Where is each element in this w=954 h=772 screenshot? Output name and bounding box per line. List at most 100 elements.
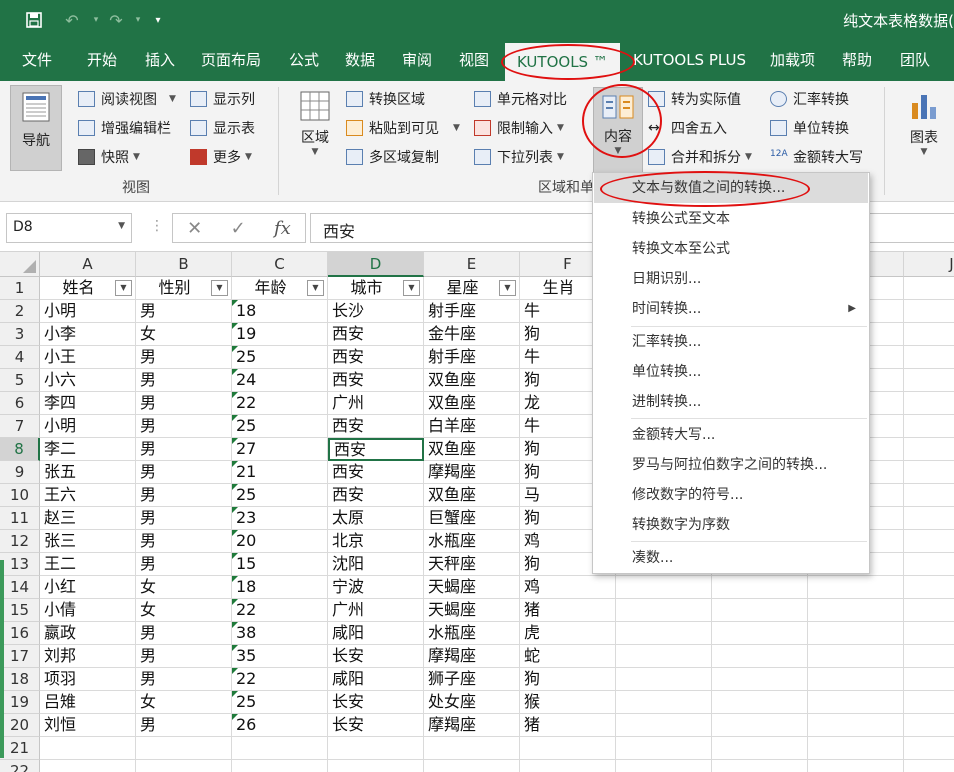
table-cell[interactable]: 长安 — [328, 645, 424, 668]
table-cell[interactable]: 双鱼座 — [424, 438, 520, 461]
multi-range-copy-button[interactable]: 多区域复制 — [346, 145, 439, 169]
menu-item-ordinal[interactable]: 转换数字为序数 — [594, 510, 868, 540]
table-cell[interactable]: 嬴政 — [40, 622, 136, 645]
row-header[interactable]: 16 — [0, 622, 40, 645]
table-cell[interactable]: 18 — [232, 300, 328, 323]
paste-visible-button[interactable]: 粘贴到可见 ▼ — [346, 116, 460, 140]
row-header[interactable]: 22 — [0, 760, 40, 772]
table-cell[interactable]: 广州 — [328, 599, 424, 622]
table-cell[interactable]: 水瓶座 — [424, 530, 520, 553]
table-cell[interactable]: 李四 — [40, 392, 136, 415]
table-cell[interactable]: 19 — [232, 323, 328, 346]
table-cell[interactable]: 张五 — [40, 461, 136, 484]
empty-cell[interactable] — [616, 645, 712, 668]
insert-function-icon[interactable]: fx — [274, 218, 291, 239]
table-cell[interactable]: 虎 — [520, 622, 616, 645]
table-cell[interactable]: 男 — [136, 300, 232, 323]
unit-convert-button[interactable]: 单位转换 — [770, 116, 849, 140]
menu-item-change-sign[interactable]: 修改数字的符号... — [594, 480, 868, 510]
empty-cell[interactable] — [808, 599, 904, 622]
table-cell[interactable]: 猪 — [520, 714, 616, 737]
empty-cell[interactable] — [616, 691, 712, 714]
table-cell[interactable]: 小明 — [40, 300, 136, 323]
table-cell[interactable]: 白羊座 — [424, 415, 520, 438]
row-header[interactable]: 14 — [0, 576, 40, 599]
empty-cell[interactable] — [616, 714, 712, 737]
tab-help[interactable]: 帮助 — [842, 40, 872, 81]
empty-cell[interactable] — [904, 599, 954, 622]
table-cell[interactable]: 西安 — [328, 415, 424, 438]
more-options-icon[interactable]: ⋮ — [150, 218, 164, 234]
table-cell[interactable]: 27 — [232, 438, 328, 461]
empty-cell[interactable] — [712, 622, 808, 645]
empty-cell[interactable] — [904, 530, 954, 553]
empty-cell[interactable] — [904, 714, 954, 737]
header-cell-age[interactable]: 年龄 ▼ — [232, 277, 328, 300]
snapshot-button[interactable]: 快照 ▼ — [78, 145, 140, 169]
table-cell[interactable]: 小红 — [40, 576, 136, 599]
row-header[interactable]: 3 — [0, 323, 40, 346]
table-cell[interactable]: 15 — [232, 553, 328, 576]
cell-compare-button[interactable]: 单元格对比 — [474, 87, 567, 111]
limit-input-button[interactable]: 限制输入 ▼ — [474, 116, 564, 140]
row-header[interactable]: 19 — [0, 691, 40, 714]
show-columns-button[interactable]: 显示列 — [190, 87, 255, 111]
table-cell[interactable]: 金牛座 — [424, 323, 520, 346]
tab-addins[interactable]: 加载项 — [770, 40, 815, 81]
empty-cell[interactable] — [712, 737, 808, 760]
tab-home[interactable]: 开始 — [87, 40, 117, 81]
empty-cell[interactable] — [712, 668, 808, 691]
table-cell[interactable]: 小倩 — [40, 599, 136, 622]
table-cell[interactable]: 西安 — [328, 346, 424, 369]
table-cell[interactable]: 双鱼座 — [424, 484, 520, 507]
empty-cell[interactable] — [808, 737, 904, 760]
table-cell[interactable]: 王六 — [40, 484, 136, 507]
empty-cell[interactable] — [808, 691, 904, 714]
empty-cell[interactable] — [808, 714, 904, 737]
table-cell[interactable]: 猴 — [520, 691, 616, 714]
empty-cell[interactable] — [616, 576, 712, 599]
round-button[interactable]: ↔ 四舍五入 — [648, 116, 727, 140]
empty-cell[interactable] — [808, 668, 904, 691]
menu-item-time-convert[interactable]: 时间转换... ▶ — [594, 294, 868, 324]
empty-cell[interactable] — [328, 737, 424, 760]
menu-item-exchange-rate[interactable]: 汇率转换... — [594, 327, 868, 357]
table-cell[interactable]: 长安 — [328, 714, 424, 737]
row-header[interactable]: 13 — [0, 553, 40, 576]
empty-cell[interactable] — [904, 369, 954, 392]
table-cell[interactable]: 猪 — [520, 599, 616, 622]
table-cell[interactable]: 女 — [136, 599, 232, 622]
convert-range-button[interactable]: 转换区域 — [346, 87, 425, 111]
table-cell[interactable]: 24 — [232, 369, 328, 392]
empty-cell[interactable] — [424, 737, 520, 760]
menu-item-amount-upper[interactable]: 金额转大写... — [594, 420, 868, 450]
table-cell[interactable]: 咸阳 — [328, 622, 424, 645]
empty-cell[interactable] — [712, 691, 808, 714]
row-header[interactable]: 7 — [0, 415, 40, 438]
table-cell[interactable]: 小王 — [40, 346, 136, 369]
tab-page-layout[interactable]: 页面布局 — [201, 40, 261, 81]
table-cell[interactable]: 太原 — [328, 507, 424, 530]
table-cell[interactable]: 男 — [136, 553, 232, 576]
row-header[interactable]: 9 — [0, 461, 40, 484]
table-cell[interactable]: 西安 — [328, 461, 424, 484]
row-header[interactable]: 21 — [0, 737, 40, 760]
table-cell[interactable]: 鸡 — [520, 576, 616, 599]
empty-cell[interactable] — [904, 737, 954, 760]
row-header[interactable]: 18 — [0, 668, 40, 691]
table-cell[interactable]: 张三 — [40, 530, 136, 553]
tab-formulas[interactable]: 公式 — [289, 40, 319, 81]
table-cell[interactable]: 处女座 — [424, 691, 520, 714]
table-cell[interactable]: 20 — [232, 530, 328, 553]
table-cell[interactable]: 25 — [232, 484, 328, 507]
row-header[interactable]: 1 — [0, 277, 40, 300]
row-header[interactable]: 6 — [0, 392, 40, 415]
table-cell[interactable]: 双鱼座 — [424, 369, 520, 392]
empty-cell[interactable] — [616, 760, 712, 772]
column-header[interactable]: D — [328, 252, 424, 277]
table-cell[interactable]: 西安 — [328, 369, 424, 392]
select-all-corner[interactable] — [0, 252, 40, 277]
menu-item-base-convert[interactable]: 进制转换... — [594, 387, 868, 417]
empty-cell[interactable] — [904, 668, 954, 691]
table-cell[interactable]: 小李 — [40, 323, 136, 346]
